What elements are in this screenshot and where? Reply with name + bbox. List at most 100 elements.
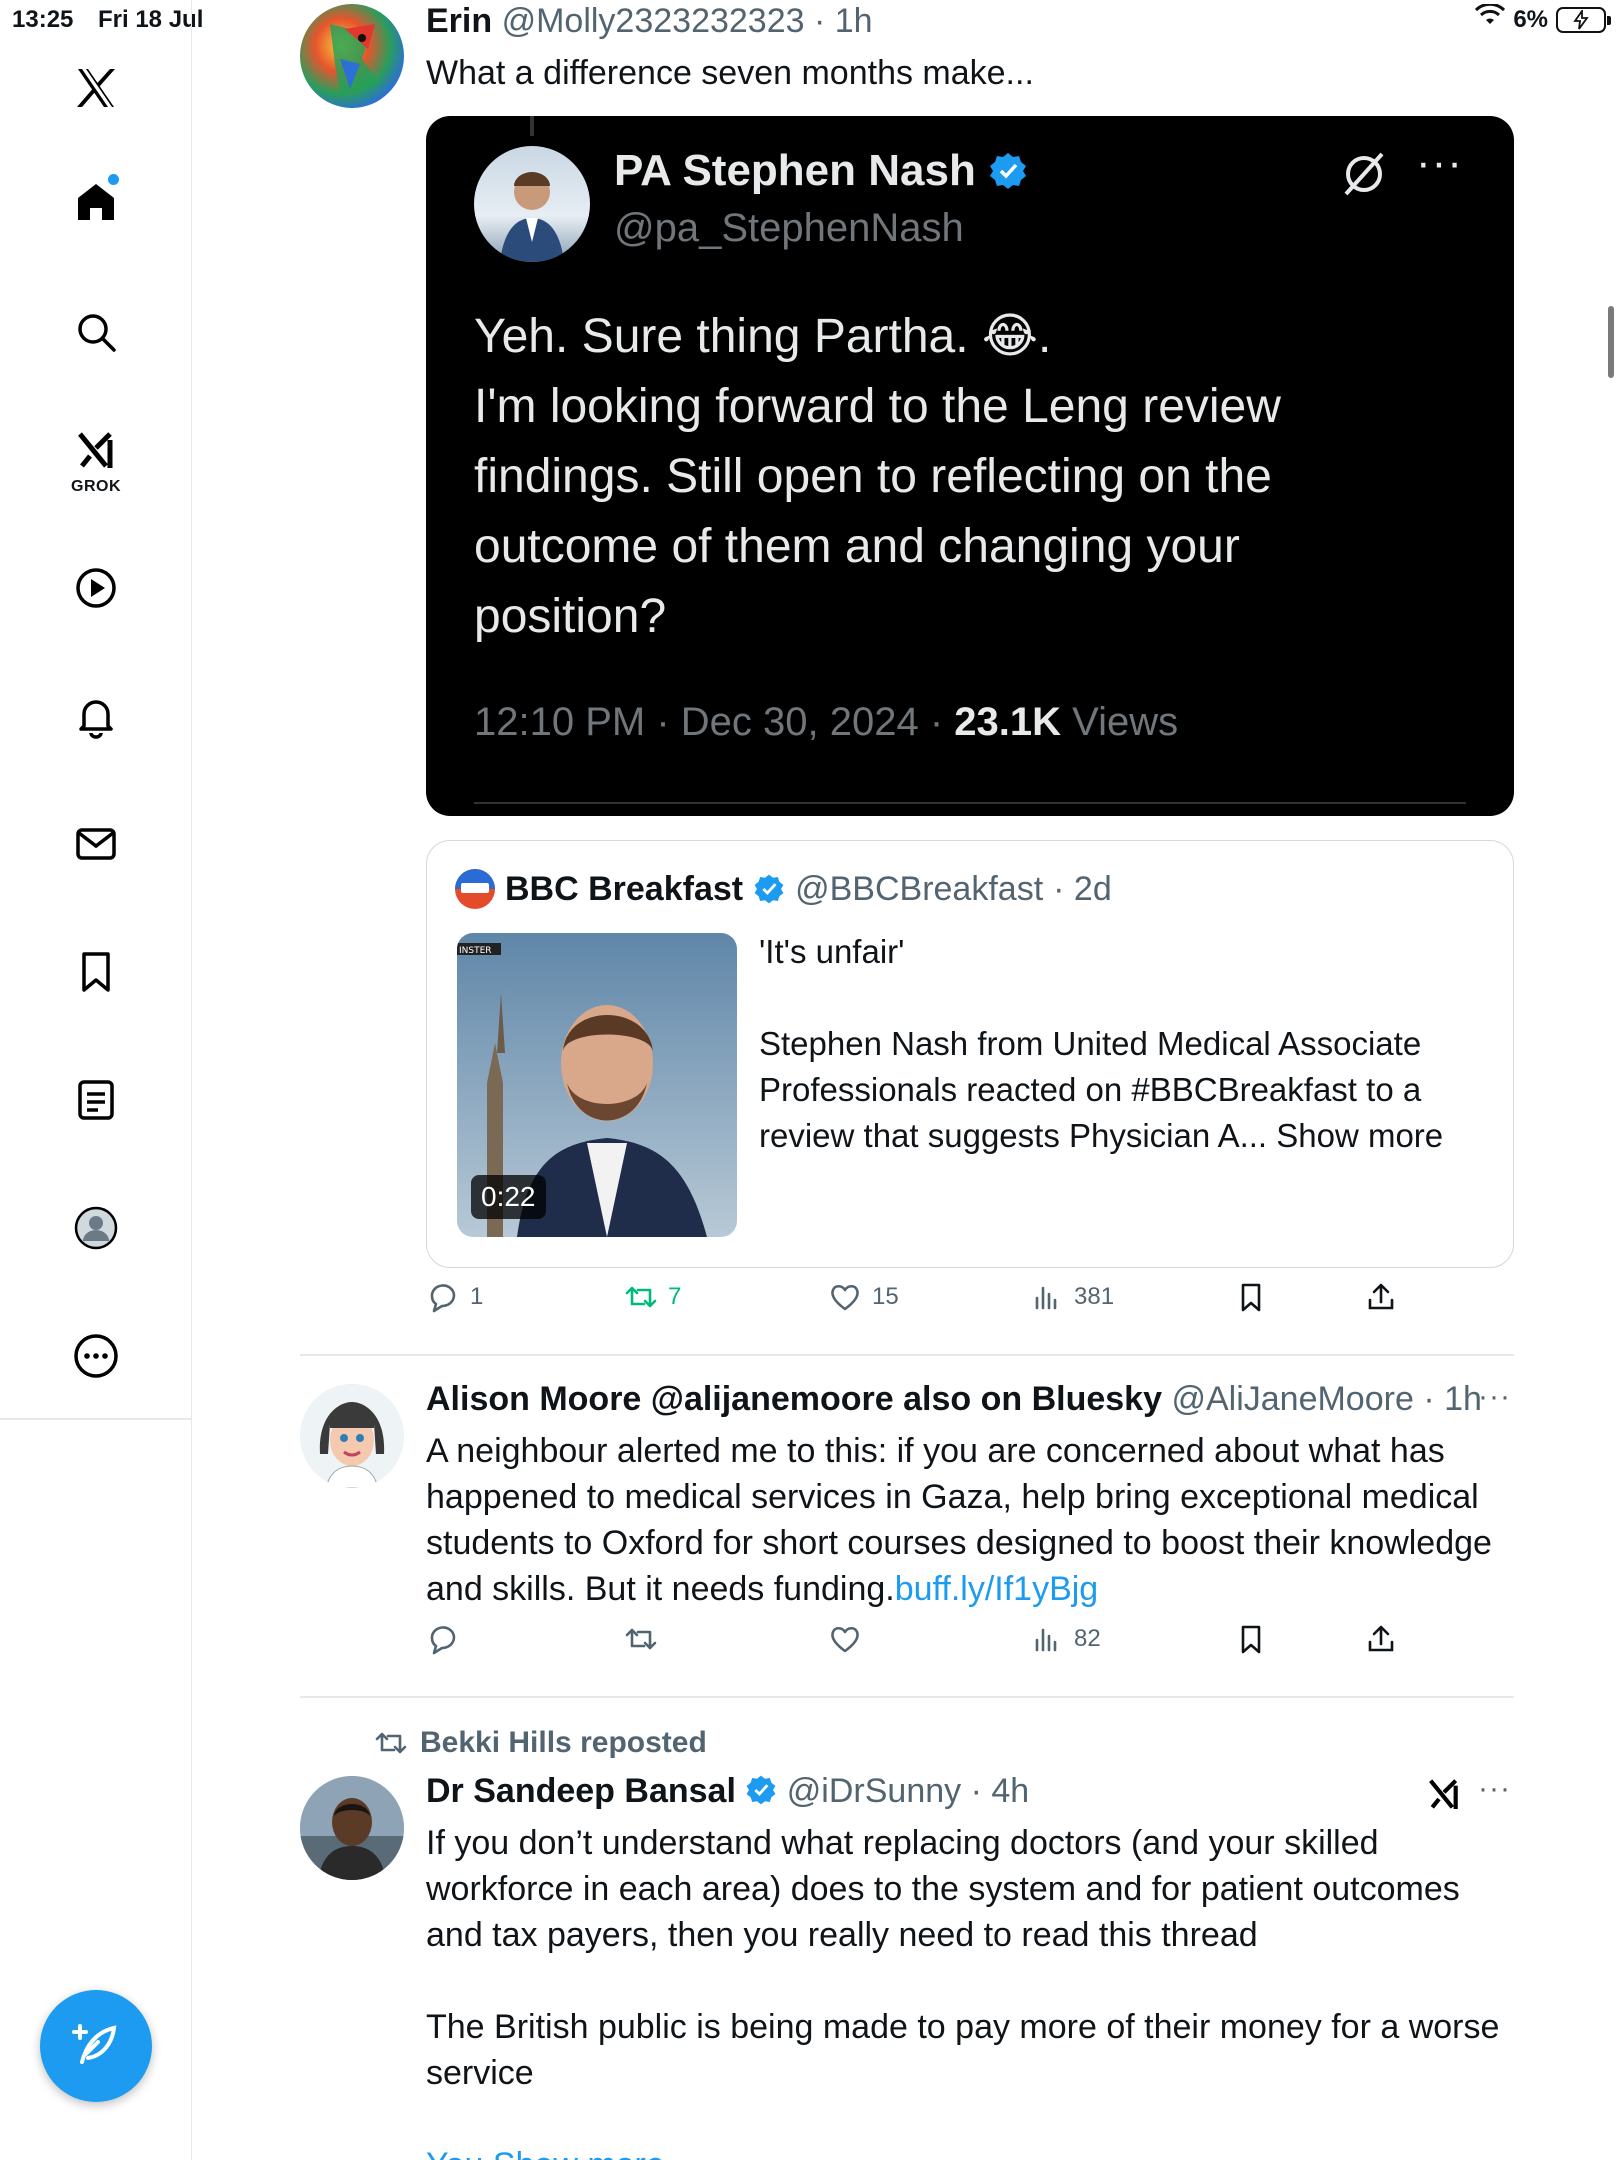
embedded-body: Yeh. Sure thing Partha. 😂. I'm looking f… (474, 302, 1434, 652)
repost-label[interactable]: Bekki Hills reposted (420, 1726, 707, 1760)
notifications-bell-icon[interactable] (70, 690, 122, 742)
video-play-icon[interactable] (70, 562, 122, 614)
quoted-post-body: Stephen Nash from United Medical Associa… (759, 1025, 1444, 1154)
show-more-link[interactable]: You Show more (426, 2142, 1516, 2160)
author-name[interactable]: Dr Sandeep Bansal (426, 1772, 736, 1810)
embedded-body-rest: I'm looking forward to the Leng review f… (474, 380, 1281, 643)
sidebar-divider (0, 1418, 192, 1420)
tweet-link[interactable]: buff.ly/If1yBjg (895, 1570, 1099, 1608)
status-indicators: 6% (1475, 2, 1611, 35)
more-options-icon[interactable]: ··· (1478, 1772, 1511, 1806)
messages-envelope-icon[interactable] (70, 818, 122, 870)
verified-badge-icon (754, 874, 784, 904)
svg-text:INSTER: INSTER (459, 946, 492, 956)
author-handle[interactable]: @iDrSunny (787, 1772, 961, 1810)
repost-button[interactable] (624, 1622, 668, 1656)
reply-icon (430, 1284, 456, 1313)
bookmark-button[interactable] (1234, 1280, 1268, 1314)
embedded-body-line1: Yeh. Sure thing Partha. 😂. (474, 310, 1052, 363)
embedded-image[interactable]: PA Stephen Nash @pa_StephenNash ··· Yeh.… (426, 116, 1514, 816)
grok-icon[interactable] (1424, 1774, 1464, 1819)
reply-button[interactable]: 1 (426, 1280, 483, 1314)
avatar[interactable] (300, 1776, 404, 1880)
author-handle[interactable]: @AliJaneMoore (1171, 1380, 1413, 1418)
share-icon (1368, 1625, 1394, 1652)
views-button[interactable]: 82 (1030, 1622, 1101, 1656)
quoted-post-text: 'It's unfair' Stephen Nash from United M… (759, 929, 1479, 1159)
bookmark-icon (1241, 1625, 1261, 1654)
post-divider (300, 1354, 1514, 1356)
share-button[interactable] (1364, 1622, 1398, 1656)
post-time[interactable]: 1h (835, 2, 873, 40)
bookmark-icon (1241, 1283, 1261, 1312)
battery-icon (1556, 6, 1611, 33)
quoted-post-card[interactable]: BBC Breakfast @BBCBreakfast · 2d INSTER … (426, 840, 1514, 1268)
thread-line (530, 116, 534, 136)
grok-off-icon (1344, 152, 1384, 196)
author-name[interactable]: Alison Moore @alijanemoore also on Blues… (426, 1380, 1162, 1418)
post-divider (300, 1696, 1514, 1698)
embedded-views-label: Views (1072, 700, 1179, 744)
avatar[interactable] (300, 1384, 404, 1488)
avatar[interactable] (300, 4, 404, 108)
x-logo-icon[interactable] (70, 62, 122, 114)
more-options-icon[interactable] (70, 1330, 122, 1382)
bbc-breakfast-logo (455, 869, 495, 909)
tweet-header: Dr Sandeep Bansal @iDrSunny · 4h (426, 1772, 1029, 1811)
views-button[interactable]: 381 (1030, 1280, 1114, 1314)
embedded-views-count: 23.1K (954, 700, 1062, 744)
quoted-author-name: BBC Breakfast (505, 869, 744, 908)
bookmark-icon[interactable] (70, 946, 122, 998)
search-icon[interactable] (70, 306, 122, 358)
tweet-actions: 82 (426, 1622, 1486, 1672)
tweet-text: A neighbour alerted me to this: if you a… (426, 1428, 1516, 1612)
reply-button[interactable] (426, 1622, 470, 1656)
video-thumbnail[interactable]: INSTER 0:22 (457, 933, 737, 1237)
views-chart-icon (1035, 1286, 1057, 1310)
grok-label: GROK (71, 478, 121, 495)
like-button[interactable] (828, 1622, 872, 1656)
author-handle[interactable]: @Molly2323232323 (502, 2, 805, 40)
bookmark-button[interactable] (1234, 1622, 1268, 1656)
embedded-author: PA Stephen Nash (614, 146, 1028, 196)
reply-icon (430, 1626, 456, 1655)
embedded-timestamp: 12:10 PM · Dec 30, 2024 · (474, 700, 944, 744)
scrollbar-thumb[interactable] (1608, 306, 1614, 378)
verified-badge-icon (746, 1775, 776, 1805)
reply-count: 1 (470, 1283, 484, 1310)
post-time[interactable]: · 4h (971, 1772, 1030, 1810)
share-icon (1368, 1283, 1394, 1310)
tweet-header: Alison Moore @alijanemoore also on Blues… (426, 1380, 1482, 1419)
views-count: 381 (1074, 1283, 1115, 1310)
embedded-avatar (474, 146, 590, 262)
tweet-actions: 1 7 15 381 (426, 1280, 1486, 1330)
wifi-icon (1475, 2, 1506, 35)
repost-icon (625, 1286, 657, 1308)
compose-feather-icon (72, 2024, 117, 2064)
repost-count: 7 (668, 1283, 682, 1310)
author-name[interactable]: Erin (426, 2, 492, 40)
quoted-post-header: BBC Breakfast @BBCBreakfast · 2d (455, 869, 1112, 909)
sidebar: GROK (0, 0, 192, 2160)
compose-post-button[interactable] (40, 1990, 152, 2102)
embedded-meta: 12:10 PM · Dec 30, 2024 · 23.1K Views (474, 700, 1178, 745)
share-button[interactable] (1364, 1280, 1398, 1314)
embedded-more-icon: ··· (1416, 138, 1463, 187)
tweet-header: Erin @Molly2323232323 · 1h (426, 2, 873, 40)
more-options-icon[interactable]: ··· (1478, 1380, 1511, 1414)
embedded-author-name: PA Stephen Nash (614, 146, 976, 195)
heart-icon (831, 1626, 859, 1653)
grok-icon[interactable] (70, 424, 122, 476)
quoted-author-handle: @BBCBreakfast (795, 869, 1044, 908)
post-time[interactable]: · 1h (1423, 1380, 1482, 1418)
heart-icon (831, 1284, 859, 1311)
lists-icon[interactable] (70, 1074, 122, 1126)
battery-percent: 6% (1513, 5, 1548, 33)
quoted-post-time: · 2d (1053, 869, 1112, 908)
like-button[interactable]: 15 (828, 1280, 899, 1314)
quoted-post-line1: 'It's unfair' (759, 933, 905, 970)
views-count: 82 (1074, 1625, 1101, 1652)
repost-button[interactable]: 7 (624, 1280, 681, 1314)
repost-icon (375, 1732, 407, 1754)
profile-avatar-icon[interactable] (70, 1202, 122, 1254)
